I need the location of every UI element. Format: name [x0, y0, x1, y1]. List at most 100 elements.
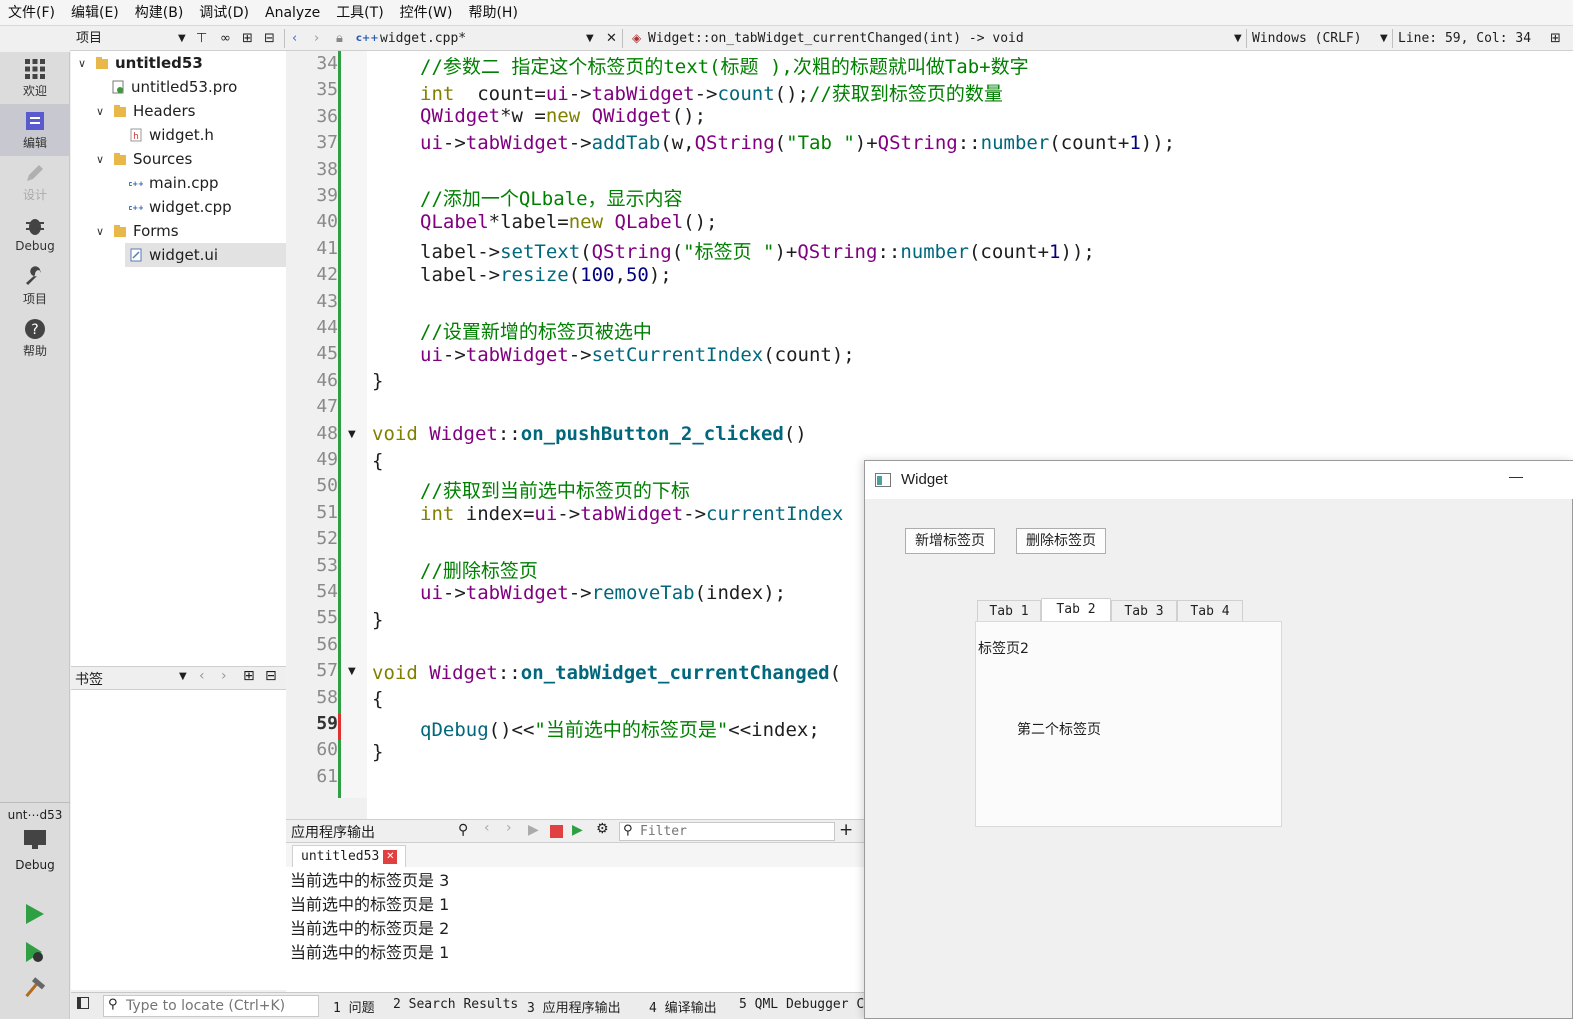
fold-arrow-icon[interactable]: ▼ [348, 429, 356, 440]
build-button[interactable] [22, 976, 46, 1004]
bookmarks-dropdown-icon[interactable]: ▼ [179, 671, 187, 682]
status-search-results[interactable]: 2 Search Results [393, 997, 518, 1012]
code-line: ui->tabWidget->removeTab(index); [420, 582, 787, 604]
add-icon[interactable]: + [839, 820, 853, 840]
kit-selector[interactable]: Debug [0, 828, 70, 882]
output-filter[interactable]: ⚲ [619, 822, 835, 841]
line-number: 57 [316, 660, 338, 682]
menu-tools[interactable]: 工具(T) [328, 0, 391, 26]
menu-build[interactable]: 构建(B) [127, 0, 192, 26]
tree-item[interactable]: h widget.h [71, 123, 286, 147]
tree-item[interactable]: ∨ Sources [71, 147, 286, 171]
run-button[interactable] [22, 902, 46, 930]
add-tab-button[interactable]: 新增标签页 [905, 528, 995, 554]
minimize-button[interactable]: — [1509, 468, 1523, 484]
expand-arrow-icon[interactable]: ∨ [93, 153, 107, 166]
file-dropdown-icon[interactable]: ▼ [586, 26, 594, 51]
close-file-icon[interactable]: ✕ [606, 26, 617, 51]
expand-arrow-icon[interactable]: ∨ [93, 225, 107, 238]
expand-arrow-icon[interactable]: ∨ [75, 57, 89, 70]
nav-back-icon[interactable]: ‹ [292, 26, 297, 51]
split-icon[interactable]: ⊞ [243, 668, 255, 684]
filter-input[interactable] [640, 823, 830, 840]
stop-icon[interactable] [550, 825, 563, 838]
status-app-output[interactable]: 3 应用程序输出 [527, 997, 621, 1016]
line-ending-selector[interactable]: Windows (CRLF) [1252, 26, 1362, 51]
tree-item[interactable]: ∨ untitled53 [71, 51, 286, 75]
split-icon[interactable]: ⊞ [242, 26, 253, 51]
link-icon[interactable]: ∞ [220, 26, 231, 51]
menu-debug[interactable]: 调试(D) [191, 0, 257, 26]
toggle-sidebar-icon[interactable] [77, 997, 89, 1009]
mode-help[interactable]: ? 帮助 [0, 312, 70, 364]
debug-rerun-icon[interactable]: ▶ [572, 822, 583, 838]
mode-projects[interactable]: 项目 [0, 260, 70, 312]
line-number: 50 [316, 475, 338, 497]
locator-input[interactable] [126, 997, 316, 1015]
remove-tab-button[interactable]: 删除标签页 [1016, 528, 1106, 554]
cursor-position[interactable]: Line: 59, Col: 34 [1398, 26, 1531, 51]
tree-item[interactable]: c++ widget.cpp [71, 195, 286, 219]
rerun-icon[interactable]: ▶ [528, 822, 539, 838]
nav-forward-icon[interactable]: › [314, 26, 319, 51]
mode-edit[interactable]: 编辑 [0, 104, 70, 156]
tree-item-selected[interactable]: widget.ui [125, 243, 286, 267]
debug-run-icon [26, 942, 43, 962]
close-tab-icon[interactable]: ✕ [383, 849, 398, 864]
line-ending-dropdown-icon[interactable]: ▼ [1380, 26, 1388, 51]
mode-welcome[interactable]: 欢迎 [0, 52, 70, 104]
line-number: 40 [316, 211, 338, 233]
tab-2[interactable]: Tab 2 [1041, 598, 1111, 623]
filter-tree-icon[interactable]: ⊤ [196, 26, 207, 51]
panel-dropdown-icon[interactable]: ▼ [178, 26, 186, 51]
output-line: 当前选中的标签页是 1 [290, 895, 450, 914]
line-number: 45 [316, 343, 338, 365]
file-tab[interactable]: widget.cpp* [380, 26, 466, 51]
locator[interactable]: ⚲ [103, 995, 319, 1017]
tree-item[interactable]: c++ main.cpp [71, 171, 286, 195]
window-titlebar[interactable]: Widget — [865, 461, 1573, 499]
nav-back-icon[interactable]: ‹ [484, 820, 490, 836]
tree-item[interactable]: untitled53.pro [71, 75, 286, 99]
menu-file[interactable]: 文件(F) [0, 0, 63, 26]
tree-item[interactable]: ∨ Headers [71, 99, 286, 123]
code-line: ui->tabWidget->addTab(w,QString("Tab ")+… [420, 132, 1176, 154]
tab-1[interactable]: Tab 1 [977, 600, 1041, 622]
output-tab-label: untitled53 [301, 849, 380, 864]
menu-controls[interactable]: 控件(W) [392, 0, 461, 26]
menu-analyze[interactable]: Analyze [257, 0, 328, 26]
code-line: { [372, 688, 384, 710]
fold-margin [341, 51, 367, 798]
fold-arrow-icon[interactable]: ▼ [348, 666, 356, 677]
split-editor-icon[interactable]: ⊞ [1550, 26, 1561, 51]
settings-gear-icon[interactable]: ⚙ [596, 821, 609, 837]
close-pane-icon[interactable]: ⊟ [265, 668, 277, 684]
function-selector[interactable]: Widget::on_tabWidget_currentChanged(int)… [648, 26, 1024, 51]
nav-back-icon[interactable]: ‹ [199, 668, 205, 684]
nav-forward-icon[interactable]: › [506, 820, 512, 836]
tree-item[interactable]: ∨ Forms [71, 219, 286, 243]
folder-icon [114, 153, 126, 165]
tab-3[interactable]: Tab 3 [1111, 600, 1177, 622]
debug-run-button[interactable] [22, 940, 46, 968]
line-number: 49 [316, 449, 338, 470]
code-line: void Widget::on_pushButton_2_clicked() [372, 423, 807, 445]
expand-arrow-icon[interactable]: ∨ [93, 105, 107, 118]
output-tab[interactable]: untitled53 ✕ [292, 845, 407, 867]
tab-4[interactable]: Tab 4 [1177, 600, 1243, 622]
nav-forward-icon[interactable]: › [221, 668, 227, 684]
menu-edit[interactable]: 编辑(E) [63, 0, 127, 26]
mode-design[interactable]: 设计 [0, 156, 70, 208]
status-compile-output[interactable]: 4 编译输出 [649, 997, 717, 1016]
menu-help[interactable]: 帮助(H) [460, 0, 525, 26]
status-issues[interactable]: 1 问题 [333, 997, 375, 1016]
line-number: 48 [316, 422, 338, 444]
attach-icon[interactable]: ⚲ [458, 822, 468, 838]
close-pane-icon[interactable]: ⊟ [264, 26, 275, 51]
status-qml-debugger[interactable]: 5 QML Debugger Co [739, 997, 872, 1012]
search-icon: ⚲ [623, 823, 633, 838]
function-dropdown-icon[interactable]: ▼ [1234, 26, 1242, 51]
mode-debug[interactable]: Debug [0, 208, 70, 260]
separator [1392, 29, 1393, 48]
tree-item-label: Sources [133, 150, 193, 168]
